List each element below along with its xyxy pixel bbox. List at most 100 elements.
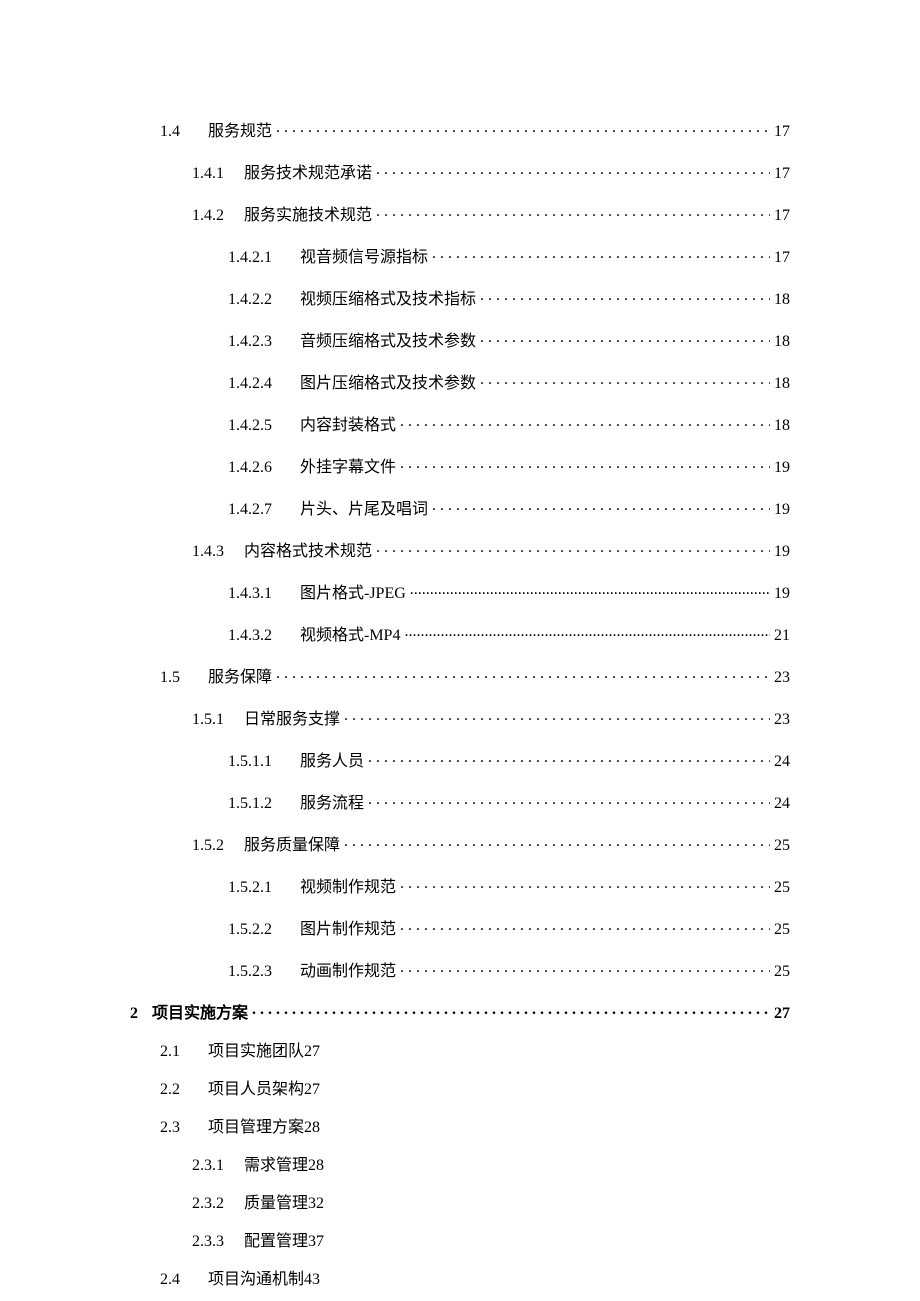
table-of-contents: 1.4服务规范171.4.1服务技术规范承诺171.4.2服务实施技术规范171… (130, 120, 790, 1288)
toc-entry-number: 1.5.1 (192, 712, 224, 728)
toc-entry[interactable]: 1.4.2.6外挂字幕文件19 (130, 456, 790, 476)
toc-leader-dots (376, 540, 770, 556)
toc-leader-dots (400, 456, 770, 472)
toc-entry-number: 1.4.2.2 (228, 292, 272, 308)
toc-entry-page: 28 (304, 1120, 320, 1136)
toc-entry-number: 1.4.3 (192, 544, 224, 560)
toc-entry[interactable]: 1.4.2.2 视频压缩格式及技术指标 18 (130, 288, 790, 308)
toc-entry-title: 音频压缩格式及技术参数 (300, 334, 476, 350)
toc-entry-number: 2.3.3 (192, 1234, 224, 1250)
toc-entry[interactable]: 1.4服务规范17 (130, 120, 790, 140)
toc-entry-number: 2.4 (160, 1272, 180, 1288)
toc-entry-title: 质量管理 (244, 1196, 308, 1212)
toc-entry-title: 视频制作规范 (300, 880, 396, 896)
toc-entry[interactable]: 2.1 项目实施团队27 (130, 1044, 790, 1060)
toc-entry[interactable]: 1.4.2.1视音频信号源指标17 (130, 246, 790, 266)
toc-entry-page: 32 (308, 1196, 324, 1212)
toc-entry-page: 37 (308, 1234, 324, 1250)
toc-entry-number: 2.3.2 (192, 1196, 224, 1212)
toc-leader-dots (344, 708, 770, 724)
toc-entry-title: 项目人员架构 (208, 1082, 304, 1098)
toc-entry-page: 19 (774, 544, 790, 560)
toc-entry[interactable]: 1.5.2.1视频制作规范25 (130, 876, 790, 896)
toc-entry[interactable]: 1.4.2.5内容封装格式18 (130, 414, 790, 434)
toc-entry-page: 21 (774, 628, 790, 644)
toc-entry-number: 1.4.2.7 (228, 502, 272, 518)
toc-entry-title: 项目管理方案 (208, 1120, 304, 1136)
toc-entry[interactable]: 1.5服务保障23 (130, 666, 790, 686)
toc-entry-page: 18 (774, 376, 790, 392)
toc-entry-number: 1.5 (160, 670, 180, 686)
toc-entry-page: 25 (774, 922, 790, 938)
toc-entry-number: 1.4.3.2 (228, 628, 272, 644)
toc-entry-number: 1.4.2.5 (228, 418, 272, 434)
toc-entry-page: 43 (304, 1272, 320, 1288)
toc-entry[interactable]: 2.3 项目管理方案28 (130, 1120, 790, 1136)
toc-entry-title: 图片格式-JPEG (300, 586, 406, 602)
toc-entry[interactable]: 1.4.3.1 图片格式-JPEG 19 (130, 582, 790, 602)
toc-entry[interactable]: 2.3.2 质量管理32 (130, 1196, 790, 1212)
toc-entry-title: 配置管理 (244, 1234, 308, 1250)
toc-entry[interactable]: 1.4.2.7 片头、片尾及唱词 19 (130, 498, 790, 518)
toc-entry[interactable]: 1.4.2.3音频压缩格式及技术参数18 (130, 330, 790, 350)
toc-entry-title: 服务人员 (300, 754, 364, 770)
toc-leader-dots (400, 414, 770, 430)
toc-entry-number: 1.4.1 (192, 166, 224, 182)
toc-entry[interactable]: 1.5.2.2 图片制作规范 25 (130, 918, 790, 938)
toc-entry-title: 内容封装格式 (300, 418, 396, 434)
toc-leader-dots (376, 162, 770, 178)
toc-entry[interactable]: 1.5.1.2服务流程24 (130, 792, 790, 812)
toc-entry-number: 2 (130, 1006, 138, 1022)
toc-entry-page: 17 (774, 208, 790, 224)
toc-entry-number: 1.5.2.3 (228, 964, 272, 980)
toc-entry-title: 项目实施方案 (152, 1006, 248, 1022)
toc-entry-page: 27 (304, 1082, 320, 1098)
toc-entry[interactable]: 1.4.2.4图片压缩格式及技术参数18 (130, 372, 790, 392)
toc-entry-page: 19 (774, 586, 790, 602)
toc-entry-title: 项目实施团队 (208, 1044, 304, 1060)
toc-entry-title: 视音频信号源指标 (300, 250, 428, 266)
toc-leader-dots (276, 120, 770, 136)
toc-entry-title: 服务技术规范承诺 (244, 166, 372, 182)
toc-entry-title: 视频压缩格式及技术指标 (300, 292, 476, 308)
toc-entry[interactable]: 1.5.1.1服务人员24 (130, 750, 790, 770)
toc-entry-title: 图片制作规范 (300, 922, 396, 938)
toc-entry-title: 项目沟通机制 (208, 1272, 304, 1288)
toc-entry-page: 24 (774, 796, 790, 812)
toc-entry-number: 2.3 (160, 1120, 180, 1136)
toc-entry-number: 1.4.3.1 (228, 586, 272, 602)
toc-entry-page: 27 (304, 1044, 320, 1060)
toc-entry[interactable]: 1.4.1 服务技术规范承诺 17 (130, 162, 790, 182)
toc-entry-page: 19 (774, 502, 790, 518)
toc-entry[interactable]: 1.5.1日常服务支撑23 (130, 708, 790, 728)
toc-leader-dots (344, 834, 770, 850)
toc-leader-dots (404, 624, 770, 640)
toc-entry[interactable]: 2.2项目人员架构27 (130, 1082, 790, 1098)
toc-leader-dots (400, 960, 770, 976)
toc-entry-page: 17 (774, 166, 790, 182)
toc-entry-title: 片头、片尾及唱词 (300, 502, 428, 518)
toc-entry-page: 18 (774, 334, 790, 350)
toc-entry[interactable]: 2.3.3 配置管理37 (130, 1234, 790, 1250)
toc-leader-dots (276, 666, 770, 682)
toc-entry-number: 1.4.2.6 (228, 460, 272, 476)
toc-entry-page: 18 (774, 292, 790, 308)
toc-entry-number: 1.4 (160, 124, 180, 140)
toc-entry-number: 1.5.2.2 (228, 922, 272, 938)
toc-entry[interactable]: 2.3.1需求管理28 (130, 1158, 790, 1174)
toc-leader-dots (400, 918, 770, 934)
toc-entry[interactable]: 1.4.3.2视频格式-MP4 21 (130, 624, 790, 644)
toc-entry[interactable]: 1.5.2服务质量保障25 (130, 834, 790, 854)
toc-entry-title: 服务质量保障 (244, 838, 340, 854)
toc-entry-title: 外挂字幕文件 (300, 460, 396, 476)
toc-entry-title: 服务实施技术规范 (244, 208, 372, 224)
toc-entry[interactable]: 1.4.3内容格式技术规范19 (130, 540, 790, 560)
toc-entry-number: 2.1 (160, 1044, 180, 1060)
toc-entry[interactable]: 2.4 项目沟通机制43 (130, 1272, 790, 1288)
toc-entry-page: 25 (774, 880, 790, 896)
toc-entry[interactable]: 1.5.2.3动画制作规范25 (130, 960, 790, 980)
toc-entry-page: 25 (774, 964, 790, 980)
toc-entry[interactable]: 2项目实施方案27 (130, 1002, 790, 1022)
toc-entry[interactable]: 1.4.2 服务实施技术规范 17 (130, 204, 790, 224)
toc-entry-number: 1.4.2 (192, 208, 224, 224)
